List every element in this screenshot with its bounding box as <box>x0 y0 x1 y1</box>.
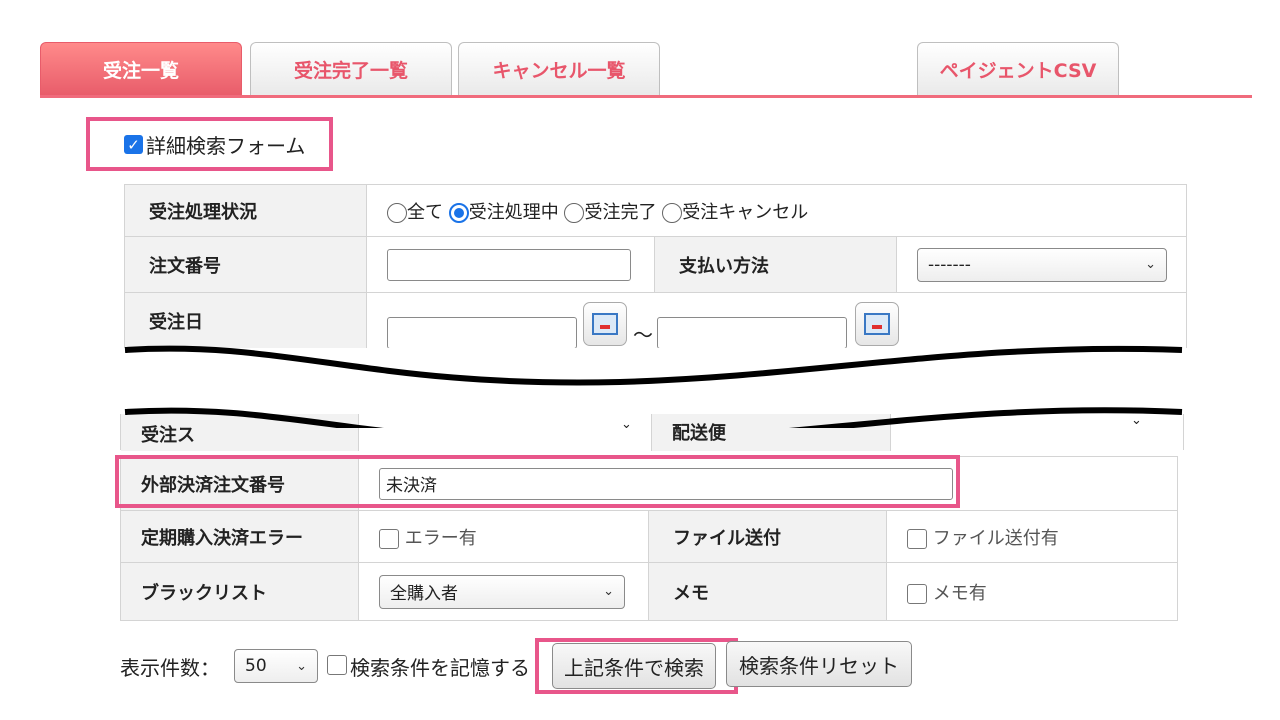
radio-completed[interactable] <box>564 202 585 223</box>
radio-cancel[interactable] <box>662 202 683 223</box>
radio-all-label: 全て <box>407 201 443 223</box>
wave-break <box>120 345 1190 428</box>
remember-label: 検索条件を記憶する <box>350 656 530 680</box>
order-no-label: 注文番号 <box>124 236 367 293</box>
count-select[interactable]: 50 ⌄ <box>234 649 318 683</box>
reset-button[interactable]: 検索条件リセット <box>726 641 912 687</box>
tab-paygent-csv[interactable]: ペイジェントCSV <box>917 42 1119 96</box>
chevron-down-icon: ⌄ <box>603 584 614 599</box>
file-label: ファイル送付 <box>648 510 887 563</box>
radio-processing[interactable] <box>448 202 469 223</box>
count-select-value: 50 <box>245 656 267 676</box>
chevron-down-icon: ⌄ <box>296 658 307 674</box>
sub-error-label: 定期購入決済エラー <box>120 510 359 563</box>
tab-order-list[interactable]: 受注一覧 <box>40 42 242 96</box>
search-form-upper: 受注処理状況 全て 受注処理中 受注完了 受注キャンセル 注文番号 支払い方法 … <box>124 184 1187 350</box>
memo-label: メモ <box>648 562 887 621</box>
tab-completed-list[interactable]: 受注完了一覧 <box>250 42 452 96</box>
radio-processing-label: 受注処理中 <box>468 201 559 223</box>
payment-select-value: ------- <box>928 254 971 275</box>
memo-checkbox[interactable] <box>907 583 927 604</box>
highlight-search-button <box>535 638 738 694</box>
tab-underline <box>40 95 1252 98</box>
tab-cancel-list[interactable]: キャンセル一覧 <box>458 42 660 96</box>
radio-completed-label: 受注完了 <box>584 201 657 223</box>
highlight-ext-order <box>115 455 960 508</box>
payment-label: 支払い方法 <box>654 236 897 293</box>
payment-select[interactable]: ------- ⌄ <box>917 247 1167 282</box>
order-no-input[interactable] <box>387 248 631 281</box>
status-label: 受注処理状況 <box>124 184 367 237</box>
blacklist-select-value: 全購入者 <box>390 584 458 604</box>
file-checkbox[interactable] <box>907 528 927 549</box>
blacklist-label: ブラックリスト <box>120 562 359 621</box>
sub-error-checkbox-label: エラー有 <box>404 527 477 549</box>
memo-checkbox-label: メモ有 <box>932 582 987 604</box>
radio-all[interactable] <box>387 202 407 223</box>
status-radio-group: 全て 受注処理中 受注完了 受注キャンセル <box>366 184 1187 237</box>
radio-cancel-label: 受注キャンセル <box>682 201 809 223</box>
highlight-detail-toggle <box>86 117 333 171</box>
chevron-down-icon: ⌄ <box>1145 257 1156 272</box>
blacklist-select[interactable]: 全購入者 ⌄ <box>379 574 625 609</box>
sub-error-checkbox[interactable] <box>379 528 399 549</box>
remember-checkbox[interactable] <box>327 655 347 675</box>
count-label: 表示件数： <box>120 656 220 680</box>
file-checkbox-label: ファイル送付有 <box>932 527 1059 549</box>
